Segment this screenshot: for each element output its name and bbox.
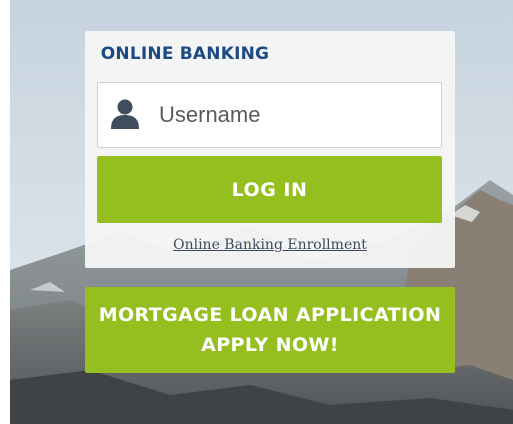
- online-banking-title: ONLINE BANKING: [100, 44, 270, 64]
- user-icon: [110, 98, 140, 130]
- online-banking-enrollment-link[interactable]: Online Banking Enrollment: [0, 237, 513, 253]
- mortgage-line-2: APPLY NOW!: [201, 334, 339, 356]
- mortgage-loan-application-button[interactable]: MORTGAGE LOAN APPLICATION APPLY NOW!: [85, 287, 455, 373]
- login-card: [85, 31, 455, 268]
- mortgage-line-1: MORTGAGE LOAN APPLICATION: [98, 304, 442, 326]
- login-button[interactable]: LOG IN: [97, 156, 442, 223]
- username-input[interactable]: [159, 98, 429, 132]
